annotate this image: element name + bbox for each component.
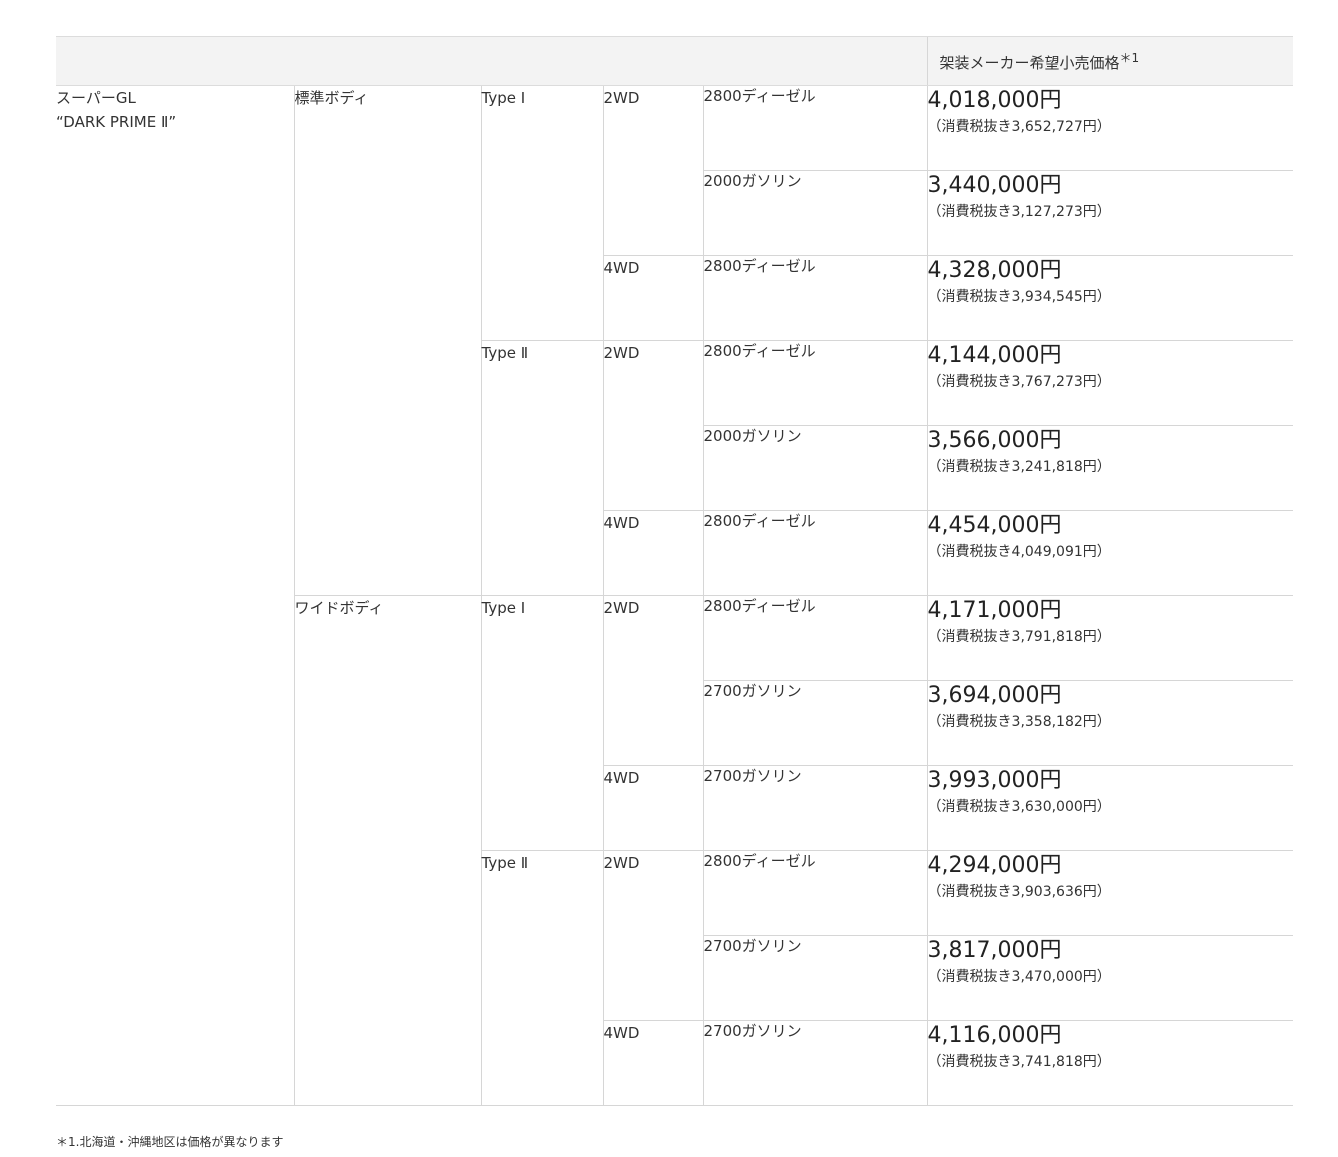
price-value: 4,454,000円 — [927, 513, 1062, 538]
engine-cell: 2700ガソリン — [703, 1020, 928, 1106]
price-excluding-tax: （消費税抜き3,791,818円） — [927, 629, 1111, 645]
price-value: 4,328,000円 — [927, 258, 1062, 283]
price-value: 4,116,000円 — [927, 1023, 1062, 1048]
price-row: スーパーGL “DARK PRIME Ⅱ” 標準ボディ Type Ⅰ 2WD 2800ディ… — [56, 85, 1294, 1106]
engine-cell: 2800ディーゼル — [703, 850, 928, 936]
price-value: 3,566,000円 — [927, 428, 1062, 453]
price-excluding-tax: （消費税抜き3,741,818円） — [927, 1054, 1111, 1070]
grade-type-cell: Type Ⅱ — [481, 850, 604, 1106]
header-price-cell: 架装メーカー希望小売価格＊1 — [926, 36, 1294, 86]
engine-cell: 2800ディーゼル — [703, 255, 928, 341]
price-value: 3,817,000円 — [927, 938, 1062, 963]
price-cell: 3,993,000円 （消費税抜き3,630,000円） — [926, 765, 1294, 851]
price-excluding-tax: （消費税抜き3,652,727円） — [927, 119, 1111, 135]
engine-cell: 2700ガソリン — [703, 680, 928, 766]
price-excluding-tax: （消費税抜き3,630,000円） — [927, 799, 1111, 815]
engine-cell: 2000ガソリン — [703, 170, 928, 256]
price-value: 4,144,000円 — [927, 343, 1062, 368]
price-cell: 3,817,000円 （消費税抜き3,470,000円） — [926, 935, 1294, 1021]
price-excluding-tax: （消費税抜き3,358,182円） — [927, 714, 1111, 730]
drive-cell: 4WD — [603, 1020, 704, 1106]
drive-cell: 2WD — [603, 595, 704, 766]
price-excluding-tax: （消費税抜き3,127,273円） — [927, 204, 1111, 220]
drive-cell: 2WD — [603, 850, 704, 1021]
footnote-mark: ＊1 — [1119, 51, 1140, 65]
grade-type-cell: Type Ⅰ — [481, 85, 604, 341]
model-name-cell: スーパーGL “DARK PRIME Ⅱ” — [56, 85, 295, 1106]
price-value: 3,440,000円 — [927, 173, 1062, 198]
engine-cell: 2000ガソリン — [703, 425, 928, 511]
footnote: ＊1.北海道・沖縄地区は価格が異なります — [56, 1135, 284, 1149]
price-cell: 3,566,000円 （消費税抜き3,241,818円） — [926, 425, 1294, 511]
price-cell: 4,018,000円 （消費税抜き3,652,727円） — [926, 85, 1294, 171]
price-table: 架装メーカー希望小売価格＊1 スーパーGL “DARK PRIME Ⅱ” 標準ボディ… — [56, 36, 1294, 1106]
drive-cell: 4WD — [603, 510, 704, 596]
price-cell: 3,440,000円 （消費税抜き3,127,273円） — [926, 170, 1294, 256]
price-header-label: 架装メーカー希望小売価格 — [939, 54, 1120, 72]
price-cell: 3,694,000円 （消費税抜き3,358,182円） — [926, 680, 1294, 766]
price-cell: 4,294,000円 （消費税抜き3,903,636円） — [926, 850, 1294, 936]
price-excluding-tax: （消費税抜き4,049,091円） — [927, 544, 1111, 560]
price-cell: 4,144,000円 （消費税抜き3,767,273円） — [926, 340, 1294, 426]
grade-type-cell: Type Ⅱ — [481, 340, 604, 596]
price-cell: 4,328,000円 （消費税抜き3,934,545円） — [926, 255, 1294, 341]
price-value: 3,694,000円 — [927, 683, 1062, 708]
engine-cell: 2800ディーゼル — [703, 595, 928, 681]
table-body: スーパーGL “DARK PRIME Ⅱ” 標準ボディ Type Ⅰ 2WD 2800ディ… — [56, 85, 1294, 1106]
engine-cell: 2800ディーゼル — [703, 340, 928, 426]
body-type-cell: ワイドボディ — [294, 595, 482, 1106]
drive-cell: 2WD — [603, 85, 704, 256]
engine-cell: 2700ガソリン — [703, 765, 928, 851]
price-value: 4,018,000円 — [927, 88, 1062, 113]
price-excluding-tax: （消費税抜き3,934,545円） — [927, 289, 1111, 305]
drive-cell: 4WD — [603, 765, 704, 851]
price-excluding-tax: （消費税抜き3,767,273円） — [927, 374, 1111, 390]
price-value: 4,294,000円 — [927, 853, 1062, 878]
price-excluding-tax: （消費税抜き3,470,000円） — [927, 969, 1111, 985]
engine-cell: 2800ディーゼル — [703, 510, 928, 596]
drive-cell: 4WD — [603, 255, 704, 341]
price-cell: 4,454,000円 （消費税抜き4,049,091円） — [926, 510, 1294, 596]
engine-cell: 2800ディーゼル — [703, 85, 928, 171]
model-name-line2: “DARK PRIME Ⅱ” — [56, 113, 177, 131]
table-header-row: 架装メーカー希望小売価格＊1 — [56, 36, 1294, 86]
header-blank-cell — [56, 36, 928, 86]
price-cell: 4,116,000円 （消費税抜き3,741,818円） — [926, 1020, 1294, 1106]
body-type-cell: 標準ボディ — [294, 85, 482, 596]
price-excluding-tax: （消費税抜き3,903,636円） — [927, 884, 1111, 900]
grade-type-cell: Type Ⅰ — [481, 595, 604, 851]
price-cell: 4,171,000円 （消費税抜き3,791,818円） — [926, 595, 1294, 681]
price-value: 4,171,000円 — [927, 598, 1062, 623]
drive-cell: 2WD — [603, 340, 704, 511]
model-name-line1: スーパーGL — [56, 89, 136, 107]
price-value: 3,993,000円 — [927, 768, 1062, 793]
engine-cell: 2700ガソリン — [703, 935, 928, 1021]
price-excluding-tax: （消費税抜き3,241,818円） — [927, 459, 1111, 475]
